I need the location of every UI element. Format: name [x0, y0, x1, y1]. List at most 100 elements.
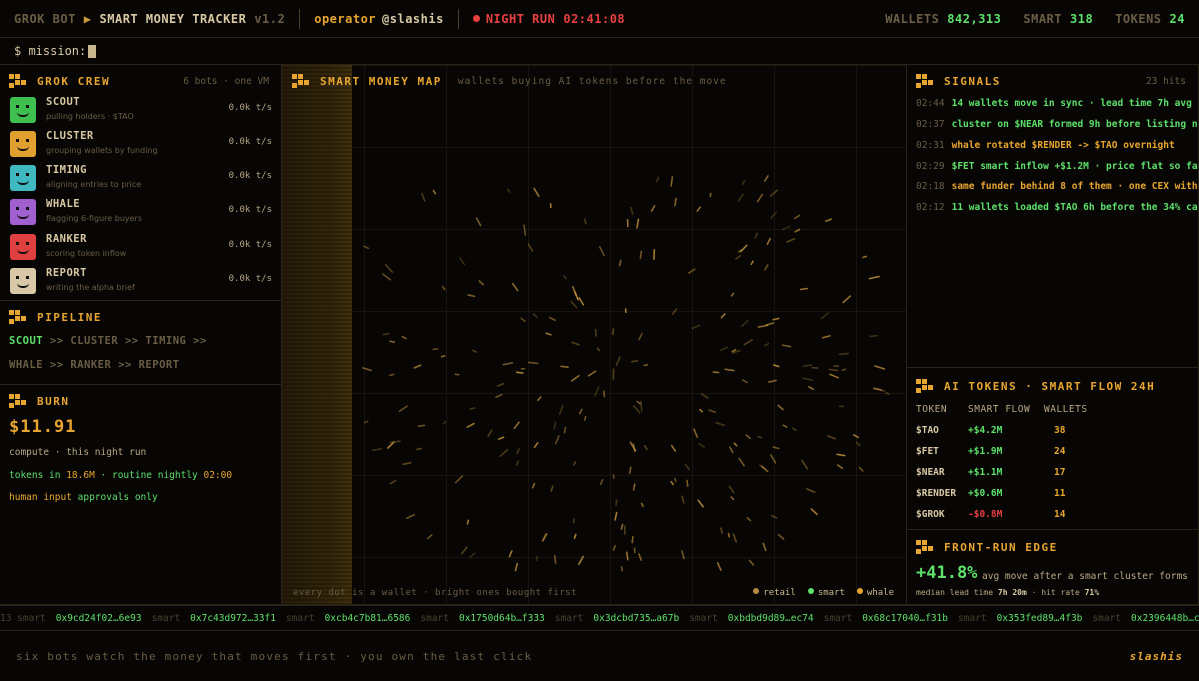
- wallet-dot: [574, 291, 579, 301]
- table-row[interactable]: $TAO +$4.2M 38: [916, 425, 1088, 446]
- wallet-dot: [821, 335, 831, 339]
- wallet-dot: [520, 317, 526, 323]
- wallet-dot: [700, 393, 709, 399]
- signal-item[interactable]: 02:37 cluster on $NEAR formed 9h before l…: [916, 119, 1198, 130]
- wallet-dot: [766, 237, 772, 245]
- ticker-address[interactable]: 0x9cd24f02…6e93: [56, 613, 142, 624]
- wallet-dot: [620, 566, 623, 572]
- wallet-dot: [587, 370, 597, 377]
- bot-name: CLUSTER: [46, 130, 94, 142]
- wallet-dot: [761, 465, 769, 473]
- wallet-dot: [630, 359, 639, 363]
- wallet-dot: [826, 435, 836, 440]
- stats-group: WALLETS 842,313 SMART 318 TOKENS 24: [885, 12, 1185, 26]
- wallet-dot: [631, 535, 634, 544]
- smart-money-map[interactable]: SMART MONEY MAP wallets buying AI tokens…: [282, 65, 907, 605]
- mission-input[interactable]: $ mission:: [0, 38, 1199, 65]
- wallet-dot: [533, 187, 540, 198]
- wallet-dot: [836, 453, 846, 457]
- wallet-dot: [363, 420, 369, 424]
- wallet-dot: [532, 313, 538, 318]
- signal-item[interactable]: 02:18 same funder behind 8 of them · one …: [916, 181, 1198, 192]
- bot-whale[interactable]: WHALE flagging 6-figure buyers 0.0k t/s: [10, 197, 272, 227]
- ticker-address[interactable]: 0xcb4c7b81…6586: [325, 613, 411, 624]
- wallet-dot: [868, 275, 880, 280]
- wallet-dot: [852, 434, 859, 439]
- ticker-address[interactable]: 0x353fed89…4f3b: [997, 613, 1083, 624]
- wallet-dot: [416, 447, 422, 451]
- bot-ranker[interactable]: RANKER scoring token inflow 0.0k t/s: [10, 232, 272, 262]
- wallet-dot: [417, 424, 426, 427]
- wallet-dot: [560, 365, 569, 369]
- ticker-address[interactable]: 0x1750d64b…f333: [459, 613, 545, 624]
- ticker-tag: smart: [151, 613, 181, 624]
- bot-cluster[interactable]: CLUSTER grouping wallets by funding 0.0k…: [10, 129, 272, 159]
- wallet-dot: [599, 478, 604, 486]
- wallet-dot: [671, 308, 678, 315]
- ticker-address[interactable]: 0xbdbd9d89…ec74: [728, 613, 814, 624]
- legend-retail: retail: [753, 588, 796, 598]
- wallet-dot: [603, 390, 606, 398]
- wallet-dot: [413, 364, 422, 369]
- operator-handle[interactable]: @slashis: [382, 12, 444, 26]
- wallet-dot: [475, 217, 482, 227]
- wallet-dot: [440, 355, 446, 358]
- night-run-timer: 02:41:08: [563, 11, 626, 26]
- burn-amount: $11.91: [9, 417, 77, 437]
- ticker-tag: smart: [1092, 613, 1122, 624]
- table-row[interactable]: $GROK -$0.8M 14: [916, 509, 1088, 530]
- pipeline-active-stage: SCOUT: [9, 335, 44, 347]
- wallet-dot: [630, 206, 634, 215]
- wallet-dot: [632, 405, 641, 414]
- ticker-address[interactable]: 0x3dcbd735…a67b: [593, 613, 679, 624]
- table-row[interactable]: $RENDER +$0.6M 11: [916, 488, 1088, 509]
- wallet-dot: [770, 454, 777, 464]
- wallet-dot: [838, 352, 850, 356]
- signal-item[interactable]: 02:31 whale rotated $RENDER -> $TAO overn…: [916, 140, 1175, 151]
- top-bar: GROK BOT ▶ SMART MONEY TRACKER v1.2 oper…: [0, 0, 1199, 38]
- wallet-dot: [720, 313, 726, 319]
- wallet-dot: [777, 533, 785, 540]
- wallet-dot: [515, 371, 524, 374]
- wallet-dot: [628, 466, 632, 475]
- wallet-ticker: 13 smart 0x9cd24f02…6e93 smart 0x7c43d972…3…: [0, 605, 1199, 631]
- col-wallets: WALLETS: [1044, 404, 1088, 415]
- wallet-dot: [656, 176, 660, 183]
- bot-timing[interactable]: TIMING aligning entries to price 0.0k t/…: [10, 163, 272, 193]
- ticker-address[interactable]: 0x7c43d972…33f1: [190, 613, 276, 624]
- signal-item[interactable]: 02:29 $FET smart inflow +$1.2M · price fl…: [916, 161, 1198, 172]
- wallet-dot: [670, 480, 675, 486]
- wallet-dot: [371, 447, 383, 452]
- ticker-address[interactable]: 0x2396448b…c4f7: [1131, 613, 1199, 624]
- wallet-dot: [515, 460, 519, 466]
- wallet-dot: [495, 393, 503, 399]
- bot-report[interactable]: REPORT writing the alpha brief 0.0k t/s: [10, 266, 272, 296]
- wallet-dot: [732, 533, 738, 543]
- wallet-dot: [466, 519, 470, 525]
- signal-item[interactable]: 02:12 11 wallets loaded $TAO 6h before th…: [916, 202, 1198, 213]
- bot-status: scoring token inflow: [46, 249, 127, 258]
- night-run-label: NIGHT RUN: [485, 11, 556, 26]
- wallet-dot: [650, 204, 656, 212]
- signals-panel: SIGNALS 23 hits 02:44 14 wallets move in …: [907, 65, 1199, 368]
- wallet-dot: [620, 523, 624, 530]
- signal-item[interactable]: 02:44 14 wallets move in sync · lead time…: [916, 98, 1192, 109]
- wallet-dot: [770, 211, 777, 219]
- grid-logo-icon: [292, 74, 310, 88]
- burn-title: BURN: [37, 394, 70, 408]
- table-row[interactable]: $FET +$1.9M 24: [916, 446, 1088, 467]
- wallet-dot: [670, 444, 677, 452]
- grid-logo-icon: [916, 74, 934, 88]
- wallet-dot: [793, 214, 801, 220]
- wallet-dot: [612, 544, 616, 551]
- brand-name: GROK BOT: [14, 11, 76, 26]
- bot-scout[interactable]: SCOUT pulling holders · $TAO 0.0k t/s: [10, 95, 272, 125]
- wallet-dot: [791, 427, 797, 432]
- table-row[interactable]: $NEAR +$1.1M 17: [916, 467, 1088, 488]
- burn-header: BURN: [9, 394, 70, 408]
- wallet-dot: [872, 387, 883, 391]
- pipeline-row: WHALE >> RANKER >> REPORT: [9, 359, 180, 371]
- ticker-address[interactable]: 0x68c17040…f31b: [862, 613, 948, 624]
- bot-avatar-icon: [10, 131, 36, 157]
- wallet-dot: [741, 179, 746, 186]
